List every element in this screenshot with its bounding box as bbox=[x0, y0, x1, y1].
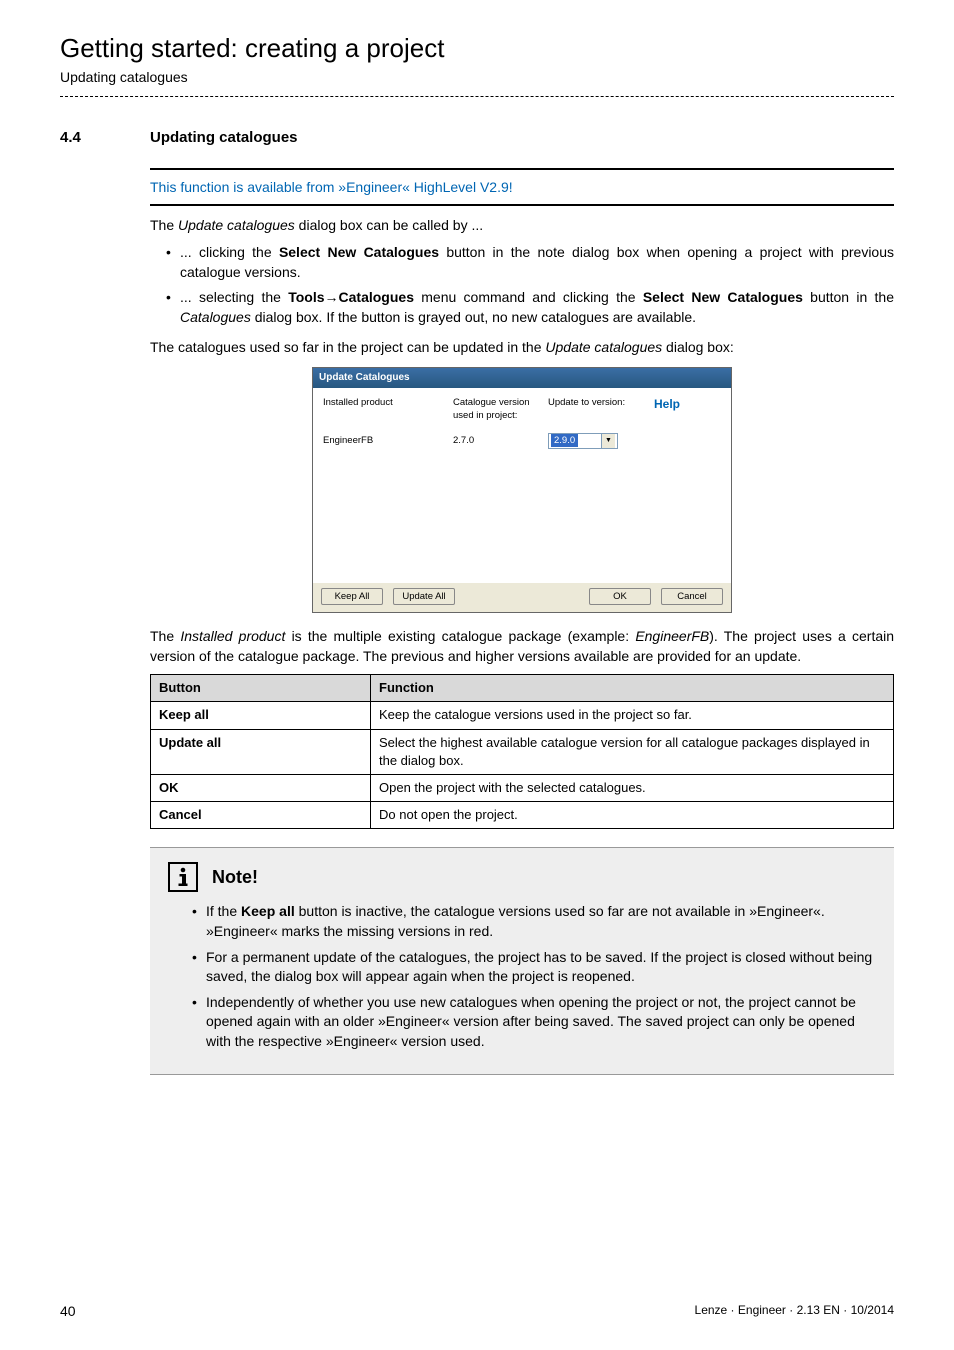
cell-function: Select the highest available catalogue v… bbox=[371, 729, 894, 774]
column-header-version-used: Catalogue version used in project: bbox=[453, 396, 548, 423]
text: button is inactive, the catalogue versio… bbox=[206, 903, 825, 939]
text: ... selecting the bbox=[180, 289, 288, 305]
list-item: Independently of whether you use new cat… bbox=[192, 993, 876, 1052]
text: dialog box. If the button is grayed out,… bbox=[251, 309, 696, 325]
note-box: Note! If the Keep all button is inactive… bbox=[150, 847, 894, 1074]
cell-product: EngineerFB bbox=[323, 434, 453, 447]
section-number: 4.4 bbox=[60, 127, 120, 148]
dialog-name: Catalogues bbox=[180, 309, 251, 325]
column-header-update-to: Update to version: bbox=[548, 396, 648, 423]
text: ... clicking the bbox=[180, 244, 279, 260]
paragraph-installed-product: The Installed product is the multiple ex… bbox=[150, 627, 894, 666]
cell-function: Do not open the project. bbox=[371, 802, 894, 829]
text: button in the bbox=[803, 289, 894, 305]
table-row: Keep all Keep the catalogue versions use… bbox=[151, 702, 894, 729]
call-methods-list: ... clicking the Select New Catalogues b… bbox=[150, 243, 894, 327]
text: The bbox=[150, 217, 178, 233]
dialog-name: Update catalogues bbox=[545, 339, 662, 355]
cell-button: Cancel bbox=[159, 807, 202, 822]
chapter-subtitle: Updating catalogues bbox=[60, 68, 894, 88]
column-header-installed-product: Installed product bbox=[323, 396, 453, 423]
cell-button: Update all bbox=[159, 735, 221, 750]
text: is the multiple existing catalogue packa… bbox=[285, 628, 635, 644]
help-link[interactable]: Help bbox=[654, 397, 680, 411]
table-row: Cancel Do not open the project. bbox=[151, 802, 894, 829]
text: dialog box can be called by ... bbox=[295, 217, 483, 233]
keep-all-button[interactable]: Keep All bbox=[321, 588, 383, 605]
table-header-button: Button bbox=[151, 675, 371, 702]
cell-version-used: 2.7.0 bbox=[453, 434, 548, 447]
rule-below-note bbox=[150, 204, 894, 206]
dashed-rule bbox=[60, 96, 894, 97]
term: Installed product bbox=[180, 628, 285, 644]
cancel-button[interactable]: Cancel bbox=[661, 588, 723, 605]
text: The catalogues used so far in the projec… bbox=[150, 339, 545, 355]
chapter-title: Getting started: creating a project bbox=[60, 30, 894, 66]
text: dialog box: bbox=[662, 339, 734, 355]
table-row: OK Open the project with the selected ca… bbox=[151, 774, 894, 801]
chevron-down-icon: ▼ bbox=[601, 434, 615, 448]
paragraph-intro: The Update catalogues dialog box can be … bbox=[150, 216, 894, 236]
section-heading: Updating catalogues bbox=[150, 127, 298, 148]
availability-note: This function is available from »Enginee… bbox=[150, 170, 894, 204]
ok-button[interactable]: OK bbox=[589, 588, 651, 605]
list-item: ... clicking the Select New Catalogues b… bbox=[166, 243, 894, 282]
list-item: If the Keep all button is inactive, the … bbox=[192, 902, 876, 941]
button-function-table: Button Function Keep all Keep the catalo… bbox=[150, 674, 894, 829]
page-number: 40 bbox=[60, 1302, 76, 1322]
paragraph-update-info: The catalogues used so far in the projec… bbox=[150, 338, 894, 358]
screenshot-update-catalogues-dialog: Update Catalogues Installed product Cata… bbox=[312, 367, 732, 613]
list-item: ... selecting the Tools→Catalogues menu … bbox=[166, 288, 894, 327]
arrow-icon: → bbox=[325, 289, 339, 305]
text: menu command and clicking the bbox=[414, 289, 643, 305]
note-title: Note! bbox=[212, 865, 258, 890]
button-ref: Select New Catalogues bbox=[279, 244, 439, 260]
version-select[interactable]: 2.9.0 ▼ bbox=[548, 433, 618, 449]
text: The bbox=[150, 628, 180, 644]
note-list: If the Keep all button is inactive, the … bbox=[168, 902, 876, 1051]
update-all-button[interactable]: Update All bbox=[393, 588, 455, 605]
menu-ref: Tools bbox=[288, 289, 324, 305]
text: If the bbox=[206, 903, 241, 919]
cell-function: Keep the catalogue versions used in the … bbox=[371, 702, 894, 729]
info-icon bbox=[168, 862, 198, 892]
version-select-value: 2.9.0 bbox=[551, 434, 578, 447]
dialog-name: Update catalogues bbox=[178, 217, 295, 233]
list-item: For a permanent update of the catalogues… bbox=[192, 948, 876, 987]
dialog-titlebar: Update Catalogues bbox=[313, 368, 731, 388]
doc-id: Lenze · Engineer · 2.13 EN · 10/2014 bbox=[695, 1302, 894, 1322]
table-row: Update all Select the highest available … bbox=[151, 729, 894, 774]
table-header-function: Function bbox=[371, 675, 894, 702]
page-footer: 40 Lenze · Engineer · 2.13 EN · 10/2014 bbox=[60, 1302, 894, 1322]
button-ref: Keep all bbox=[241, 903, 295, 919]
cell-button: Keep all bbox=[159, 707, 209, 722]
menu-ref: Catalogues bbox=[339, 289, 414, 305]
cell-function: Open the project with the selected catal… bbox=[371, 774, 894, 801]
button-ref: Select New Catalogues bbox=[643, 289, 803, 305]
example-name: EngineerFB bbox=[635, 628, 709, 644]
cell-button: OK bbox=[159, 780, 179, 795]
